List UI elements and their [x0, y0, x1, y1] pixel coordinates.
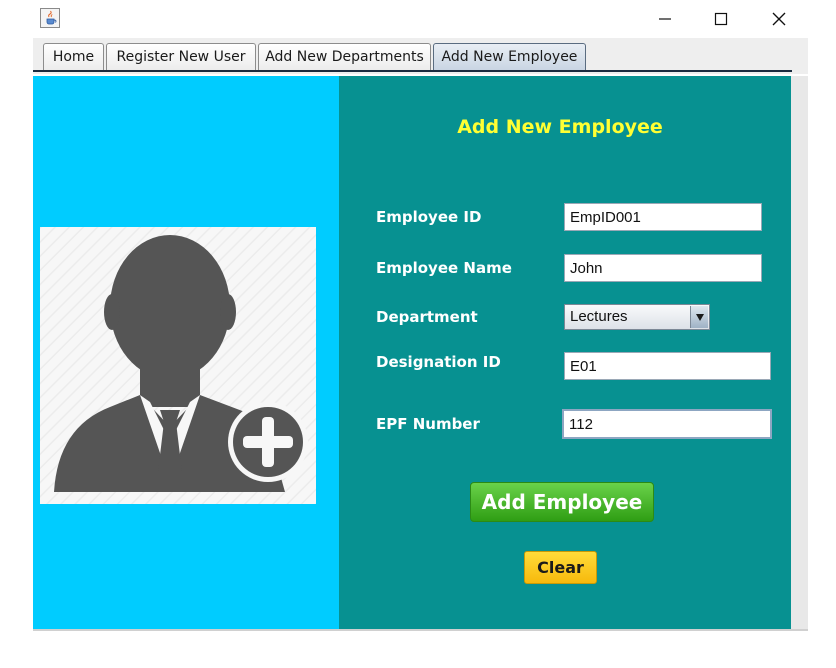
employee-id-field[interactable] — [564, 203, 762, 231]
department-select[interactable]: Lectures — [564, 304, 710, 330]
add-user-icon — [40, 227, 316, 504]
employee-id-label: Employee ID — [376, 208, 482, 226]
bottom-border — [33, 629, 808, 631]
epf-number-label: EPF Number — [376, 415, 480, 433]
chevron-down-icon — [696, 314, 704, 321]
maximize-icon — [714, 12, 728, 26]
designation-id-label: Designation ID — [376, 353, 501, 371]
epf-number-field[interactable] — [562, 409, 772, 439]
department-label: Department — [376, 308, 478, 326]
maximize-button[interactable] — [706, 6, 736, 30]
minimize-button[interactable] — [650, 6, 680, 30]
form-title: Add New Employee — [457, 116, 663, 138]
close-button[interactable] — [764, 6, 794, 30]
tab-divider — [33, 70, 792, 72]
java-cup-icon[interactable] — [40, 8, 60, 28]
tab-home[interactable]: Home — [43, 43, 104, 70]
tab-add-new-departments[interactable]: Add New Departments — [258, 43, 431, 70]
employee-name-label: Employee Name — [376, 259, 512, 277]
tab-register-new-user[interactable]: Register New User — [106, 43, 256, 70]
tab-add-new-employee[interactable]: Add New Employee — [433, 43, 586, 70]
close-icon — [772, 12, 786, 26]
employee-name-field[interactable] — [564, 254, 762, 282]
department-selected-value: Lectures — [570, 308, 628, 325]
minimize-icon — [659, 18, 671, 20]
add-employee-button[interactable]: Add Employee — [470, 482, 654, 522]
designation-id-field[interactable] — [564, 352, 771, 380]
clear-button[interactable]: Clear — [524, 551, 597, 584]
window-edge — [791, 76, 808, 630]
dropdown-arrow[interactable] — [690, 306, 708, 328]
add-user-image — [40, 227, 316, 504]
